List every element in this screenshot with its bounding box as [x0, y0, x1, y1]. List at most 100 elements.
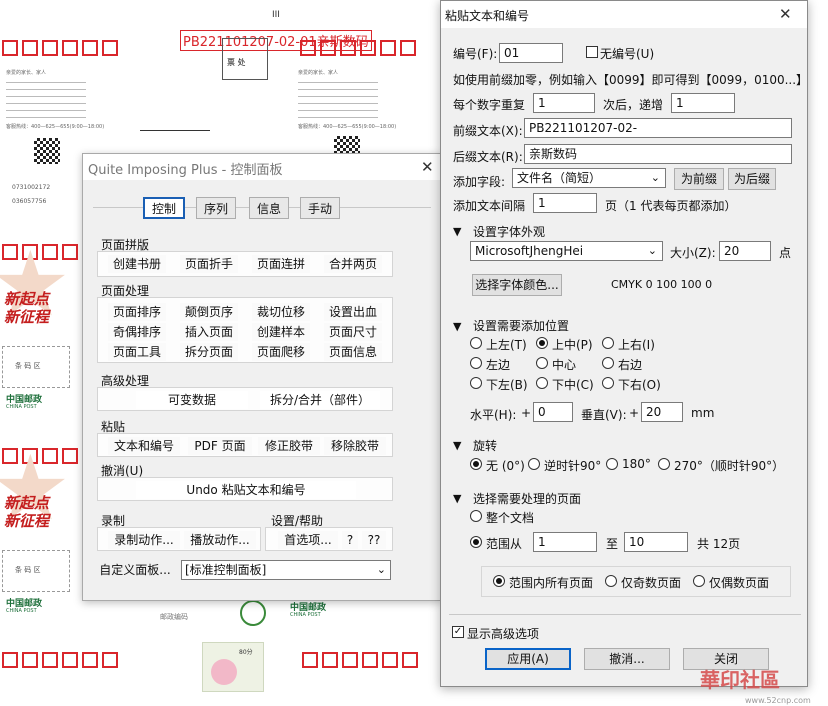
control-panel-titlebar[interactable]: Quite Imposing Plus - 控制面板 ✕ — [83, 154, 441, 180]
as-suffix-button[interactable]: 为后缀 — [728, 168, 776, 190]
position-top-left-radio[interactable] — [470, 337, 482, 349]
choose-font-color-button[interactable]: 选择字体颜色... — [472, 274, 562, 296]
as-prefix-button[interactable]: 为前缀 — [674, 168, 724, 190]
no-number-checkbox[interactable] — [586, 46, 598, 58]
group-imposition: 创建书册 页面折手 页面连拼 合并两页 — [97, 251, 393, 277]
reverse-pages-button[interactable]: 颠倒页序 — [180, 303, 238, 321]
variable-data-button[interactable]: 可变数据 — [136, 391, 248, 409]
tab-control[interactable]: 控制 — [143, 197, 185, 219]
number-input[interactable]: 01 — [499, 43, 563, 63]
horizontal-offset-label: 水平(H): — [470, 408, 517, 422]
prefix-text-input[interactable]: PB221101207-02- — [524, 118, 792, 138]
postcode-box — [300, 40, 316, 56]
split-merge-parts-button[interactable]: 拆分/合并（部件） — [260, 391, 380, 409]
position-top-right-radio[interactable] — [602, 337, 614, 349]
collapse-triangle-icon[interactable]: ▼ — [453, 439, 461, 452]
advanced-help-button[interactable]: ?? — [362, 531, 386, 549]
preferences-button[interactable]: 首选项... — [278, 531, 338, 549]
odd-pages-radio[interactable] — [605, 575, 617, 587]
rotate-270-radio[interactable] — [658, 458, 670, 470]
pages-section-title: 选择需要处理的页面 — [473, 492, 582, 506]
play-action-button[interactable]: 播放动作... — [184, 531, 256, 549]
collapse-triangle-icon[interactable]: ▼ — [453, 225, 461, 238]
postcode-box — [102, 652, 118, 668]
tab-sequence[interactable]: 序列 — [196, 197, 236, 219]
position-bottom-center-radio[interactable] — [536, 377, 548, 389]
vertical-offset-input[interactable]: 20 — [641, 402, 683, 422]
merge-two-pages-button[interactable]: 合并两页 — [324, 255, 382, 273]
postcode-box — [22, 652, 38, 668]
page-size-button[interactable]: 页面尺寸 — [324, 323, 382, 341]
create-sample-button[interactable]: 创建样本 — [252, 323, 310, 341]
insert-pages-button[interactable]: 插入页面 — [180, 323, 238, 341]
paste-text-dialog: 粘贴文本和编号 ✕ 编号(F): 01 无编号(U) 如使用前缀加零，例如输入【… — [440, 0, 808, 687]
help-button[interactable]: ? — [342, 531, 358, 549]
text-and-number-button[interactable]: 文本和编号 — [108, 437, 180, 455]
trim-shift-button[interactable]: 裁切位移 — [252, 303, 310, 321]
split-pages-button[interactable]: 拆分页面 — [180, 343, 238, 361]
remove-tape-button[interactable]: 移除胶带 — [324, 437, 386, 455]
page-info-button[interactable]: 页面信息 — [324, 343, 382, 361]
horizontal-offset-input[interactable]: 0 — [533, 402, 573, 422]
cancel-button[interactable]: 撤消... — [584, 648, 670, 670]
page-range-label: 范围从 — [486, 537, 523, 551]
whole-document-radio[interactable] — [470, 510, 482, 522]
show-advanced-label: 显示高级选项 — [467, 627, 540, 641]
page-creep-button[interactable]: 页面爬移 — [252, 343, 310, 361]
tab-manual[interactable]: 手动 — [300, 197, 340, 219]
undo-paste-button[interactable]: Undo 粘贴文本和编号 — [136, 481, 356, 499]
close-icon[interactable]: ✕ — [421, 158, 434, 176]
page-range-radio[interactable] — [470, 536, 482, 548]
divider — [449, 614, 801, 615]
show-advanced-checkbox[interactable]: ✓ — [452, 626, 464, 638]
font-select[interactable]: MicrosoftJhengHei ⌄ — [470, 241, 663, 261]
position-right-radio[interactable] — [602, 357, 614, 369]
postcode-box — [2, 652, 18, 668]
position-left-radio[interactable] — [470, 357, 482, 369]
rotate-ccw90-radio[interactable] — [528, 458, 540, 470]
page-tools-button[interactable]: 页面工具 — [108, 343, 166, 361]
postcode-box — [402, 652, 418, 668]
page-nup-button[interactable]: 页面连拼 — [252, 255, 310, 273]
tab-info[interactable]: 信息 — [249, 197, 289, 219]
increment-input[interactable]: 1 — [671, 93, 735, 113]
interval-input[interactable]: 1 — [533, 193, 597, 213]
collapse-triangle-icon[interactable]: ▼ — [453, 492, 461, 505]
group-undo: Undo 粘贴文本和编号 — [97, 477, 393, 501]
position-center-radio[interactable] — [536, 357, 548, 369]
range-to-input[interactable]: 10 — [624, 532, 688, 552]
range-from-input[interactable]: 1 — [533, 532, 597, 552]
group-advanced: 可变数据 拆分/合并（部件） — [97, 387, 393, 411]
notice-text: 亲爱的家长、家人 — [6, 70, 47, 76]
all-pages-in-range-radio[interactable] — [493, 575, 505, 587]
dialog-titlebar[interactable]: 粘贴文本和编号 ✕ — [441, 1, 807, 28]
apply-button[interactable]: 应用(A) — [485, 648, 571, 670]
position-bottom-left-radio[interactable] — [470, 377, 482, 389]
even-pages-radio[interactable] — [693, 575, 705, 587]
create-booklet-button[interactable]: 创建书册 — [108, 255, 166, 273]
postcode-box — [42, 652, 58, 668]
correction-tape-button[interactable]: 修正胶带 — [258, 437, 320, 455]
custom-panel-button[interactable]: 自定义面板... — [95, 561, 175, 579]
collapse-triangle-icon[interactable]: ▼ — [453, 320, 461, 333]
rotate-180-radio[interactable] — [606, 458, 618, 470]
page-sort-button[interactable]: 页面排序 — [108, 303, 166, 321]
phone-number: 0731002172 — [12, 184, 51, 191]
notice-lines — [6, 78, 86, 118]
close-icon[interactable]: ✕ — [779, 5, 792, 23]
position-top-center-radio[interactable] — [536, 337, 548, 349]
rotate-none-radio[interactable] — [470, 458, 482, 470]
pdf-pages-button[interactable]: PDF 页面 — [188, 437, 252, 455]
page-fold-button[interactable]: 页面折手 — [180, 255, 238, 273]
position-bottom-right-radio[interactable] — [602, 377, 614, 389]
panel-select[interactable]: [标准控制面板] ⌄ — [181, 560, 391, 580]
lotus-flower-icon — [211, 659, 237, 685]
add-field-select[interactable]: 文件名（简短） ⌄ — [512, 168, 666, 188]
repeat-input[interactable]: 1 — [533, 93, 595, 113]
odd-even-sort-button[interactable]: 奇偶排序 — [108, 323, 166, 341]
page-marker: III — [272, 10, 280, 20]
set-bleed-button[interactable]: 设置出血 — [324, 303, 382, 321]
font-size-input[interactable]: 20 — [719, 241, 771, 261]
record-action-button[interactable]: 录制动作... — [108, 531, 180, 549]
suffix-text-input[interactable]: 亲斯数码 — [524, 144, 792, 164]
